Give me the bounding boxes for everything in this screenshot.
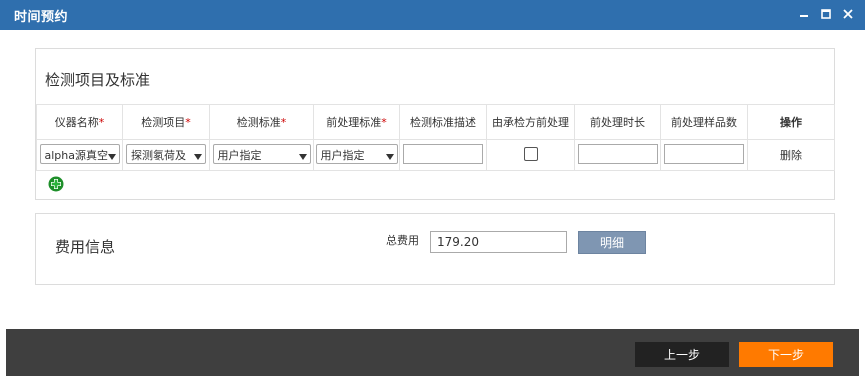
col-item: 检测项目* [122, 104, 210, 140]
window-title: 时间预约 [14, 10, 69, 25]
items-section: 检测项目及标准 仪器名称* 检测项目* 检测标准* 前处理标准* 检测标准描述 … [35, 48, 835, 200]
desc-input[interactable] [403, 143, 483, 164]
total-fee-input[interactable]: 179.20 [430, 231, 567, 253]
chevron-down-icon [107, 150, 116, 163]
col-by-inspector: 由承检方前处理 [486, 104, 575, 140]
table-header-row: 仪器名称* 检测项目* 检测标准* 前处理标准* 检测标准描述 由承检方前处理 … [36, 104, 835, 140]
items-section-title: 检测项目及标准 [45, 71, 151, 89]
total-fee-label: 总费用 [386, 234, 419, 247]
close-icon[interactable] [841, 7, 855, 21]
fee-section-title: 费用信息 [55, 238, 116, 256]
window-controls [797, 7, 855, 21]
next-step-button[interactable]: 下一步 [739, 342, 833, 367]
required-mark: * [280, 116, 287, 129]
required-mark: * [381, 116, 387, 129]
table-row: alpha源真空 探测氡荷及 用户指定 用户指定 删除 [36, 139, 835, 171]
minimize-icon[interactable] [797, 7, 811, 21]
col-duration: 前处理时长 [574, 104, 661, 140]
col-desc: 检测标准描述 [399, 104, 487, 140]
col-action: 操作 [747, 104, 835, 140]
col-sample-count: 前处理样品数 [660, 104, 748, 140]
fee-section: 费用信息 总费用 179.20 明细 [35, 213, 835, 285]
required-mark: * [185, 116, 191, 129]
dialog-content: 检测项目及标准 仪器名称* 检测项目* 检测标准* 前处理标准* 检测标准描述 … [0, 30, 865, 329]
add-icon[interactable] [48, 176, 64, 192]
prev-step-button[interactable]: 上一步 [635, 342, 729, 367]
standard-select[interactable]: 用户指定 [212, 143, 311, 164]
col-pretreat-standard: 前处理标准* [313, 104, 400, 140]
instrument-select[interactable]: alpha源真空 [39, 143, 120, 164]
items-table: 仪器名称* 检测项目* 检测标准* 前处理标准* 检测标准描述 由承检方前处理 … [36, 104, 835, 171]
duration-input[interactable] [577, 143, 658, 164]
chevron-down-icon [298, 150, 307, 163]
dialog-footer: 上一步 下一步 [6, 329, 859, 376]
item-select[interactable]: 探测氡荷及 [126, 143, 206, 164]
chevron-down-icon [385, 150, 394, 163]
maximize-icon[interactable] [819, 7, 833, 21]
detail-button[interactable]: 明细 [578, 231, 646, 254]
pretreat-standard-select[interactable]: 用户指定 [315, 143, 398, 164]
col-instrument: 仪器名称* [36, 104, 123, 140]
required-mark: * [98, 116, 105, 129]
chevron-down-icon [194, 150, 202, 163]
window-titlebar: 时间预约 [0, 0, 865, 30]
by-inspector-checkbox[interactable] [523, 146, 538, 161]
sample-count-input[interactable] [664, 143, 744, 164]
delete-link[interactable]: 删除 [780, 149, 802, 162]
col-standard: 检测标准* [209, 104, 314, 140]
